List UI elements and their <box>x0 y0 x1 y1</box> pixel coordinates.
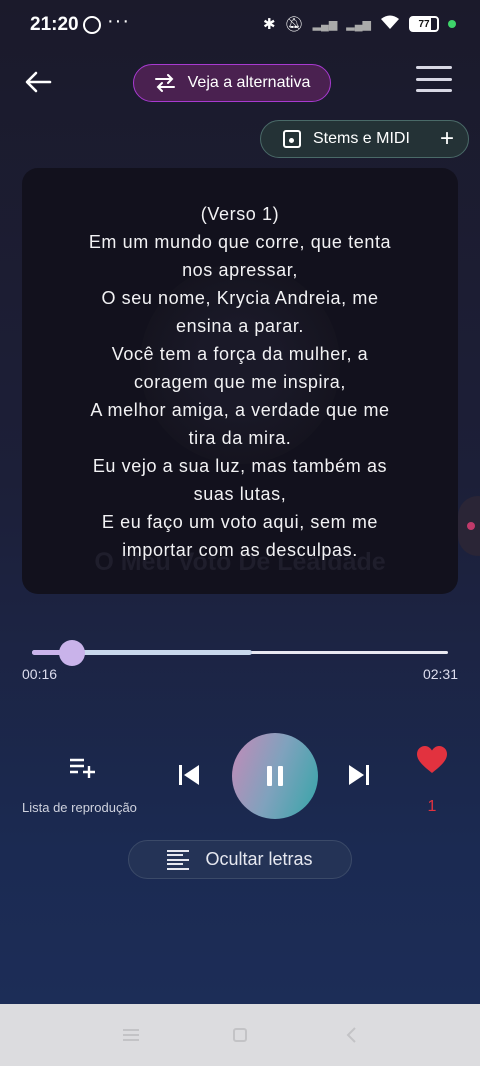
like-count: 1 <box>427 798 437 815</box>
lyrics-text: (Verso 1) Em um mundo que corre, que ten… <box>22 200 458 564</box>
seek-bar-thumb[interactable] <box>58 640 85 666</box>
next-button[interactable] <box>346 762 372 788</box>
pause-button[interactable] <box>232 733 318 819</box>
bluetooth-icon: ✱ <box>262 16 276 33</box>
lyric-line: Eu vejo a sua luz, mas também as <box>92 456 388 476</box>
lyric-line: A melhor amiga, a verdade que me <box>90 400 390 420</box>
pause-icon <box>267 766 283 786</box>
heart-icon <box>417 746 447 773</box>
lyrics-card: O Meu Voto De Lealdade (Verso 1) Em um m… <box>22 168 458 594</box>
swap-icon <box>154 74 175 92</box>
stems-midi-button[interactable]: Stems e MIDI + <box>260 120 469 158</box>
like-button[interactable] <box>416 745 448 775</box>
home-button[interactable] <box>233 1028 247 1042</box>
chevron-left-icon <box>346 1027 356 1043</box>
battery-icon: 77 <box>409 16 439 32</box>
previous-button[interactable] <box>176 762 202 788</box>
lyric-line: coragem que me inspira, <box>134 372 346 392</box>
playlist-label: Lista de reprodução <box>22 800 137 815</box>
system-nav-bar <box>0 1004 480 1066</box>
more-notifications-icon: ··· <box>107 10 130 32</box>
hide-lyrics-label: Ocultar letras <box>205 849 313 869</box>
alternative-version-label: Veja a alternativa <box>187 74 311 91</box>
signal-icon: ▂▄▆ <box>346 18 371 31</box>
lyric-line: E eu faço um voto aqui, sem me <box>101 512 379 532</box>
lyric-line: Você tem a força da mulher, a <box>111 344 369 364</box>
music-note-icon <box>283 130 301 148</box>
playlist-add-button[interactable] <box>68 757 98 779</box>
hide-lyrics-button[interactable]: Ocultar letras <box>128 840 352 879</box>
lines-icon <box>167 849 190 870</box>
menu-button[interactable] <box>416 66 452 92</box>
alternative-version-button[interactable]: Veja a alternativa <box>133 64 331 102</box>
playlist-add-icon <box>70 758 95 778</box>
lyric-line: nos apressar, <box>182 260 298 280</box>
floating-bubble[interactable] <box>458 496 480 556</box>
active-indicator-icon <box>448 20 456 28</box>
lyric-line: Em um mundo que corre, que tenta <box>88 232 392 252</box>
mute-icon: 🔕︎ <box>284 16 304 33</box>
total-time: 02:31 <box>422 666 458 682</box>
menu-icon-line <box>416 89 452 92</box>
plus-icon: + <box>439 125 454 152</box>
lyric-line: O seu nome, Krycia Andreia, me <box>101 288 379 308</box>
signal-icon: ▂▄▆ <box>312 18 338 31</box>
menu-icon-line <box>416 66 452 69</box>
status-bar: 21:20 ··· ✱ 🔕︎ ▂▄▆ ▂▄▆ 77 <box>0 0 480 52</box>
system-back-button[interactable] <box>344 1026 360 1044</box>
back-arrow-icon <box>25 71 52 93</box>
lyric-line: suas lutas, <box>193 484 287 504</box>
status-time: 21:20 <box>30 14 79 35</box>
wifi-icon <box>380 14 400 34</box>
stems-midi-label: Stems e MIDI <box>313 130 410 147</box>
system-icons: ✱ 🔕︎ ▂▄▆ ▂▄▆ 77 <box>263 14 456 34</box>
current-time: 00:16 <box>22 666 58 682</box>
skip-next-icon <box>349 765 369 785</box>
whatsapp-icon <box>83 16 101 34</box>
back-button[interactable] <box>22 66 54 98</box>
recents-button[interactable] <box>123 1029 139 1041</box>
lyric-line: ensina a parar. <box>175 316 305 336</box>
lyric-line: importar com as desculpas. <box>122 540 358 560</box>
lyric-line: tira da mira. <box>188 428 292 448</box>
lyric-line: (Verso 1) <box>200 204 280 224</box>
menu-icon-line <box>416 77 452 81</box>
skip-previous-icon <box>179 765 199 785</box>
